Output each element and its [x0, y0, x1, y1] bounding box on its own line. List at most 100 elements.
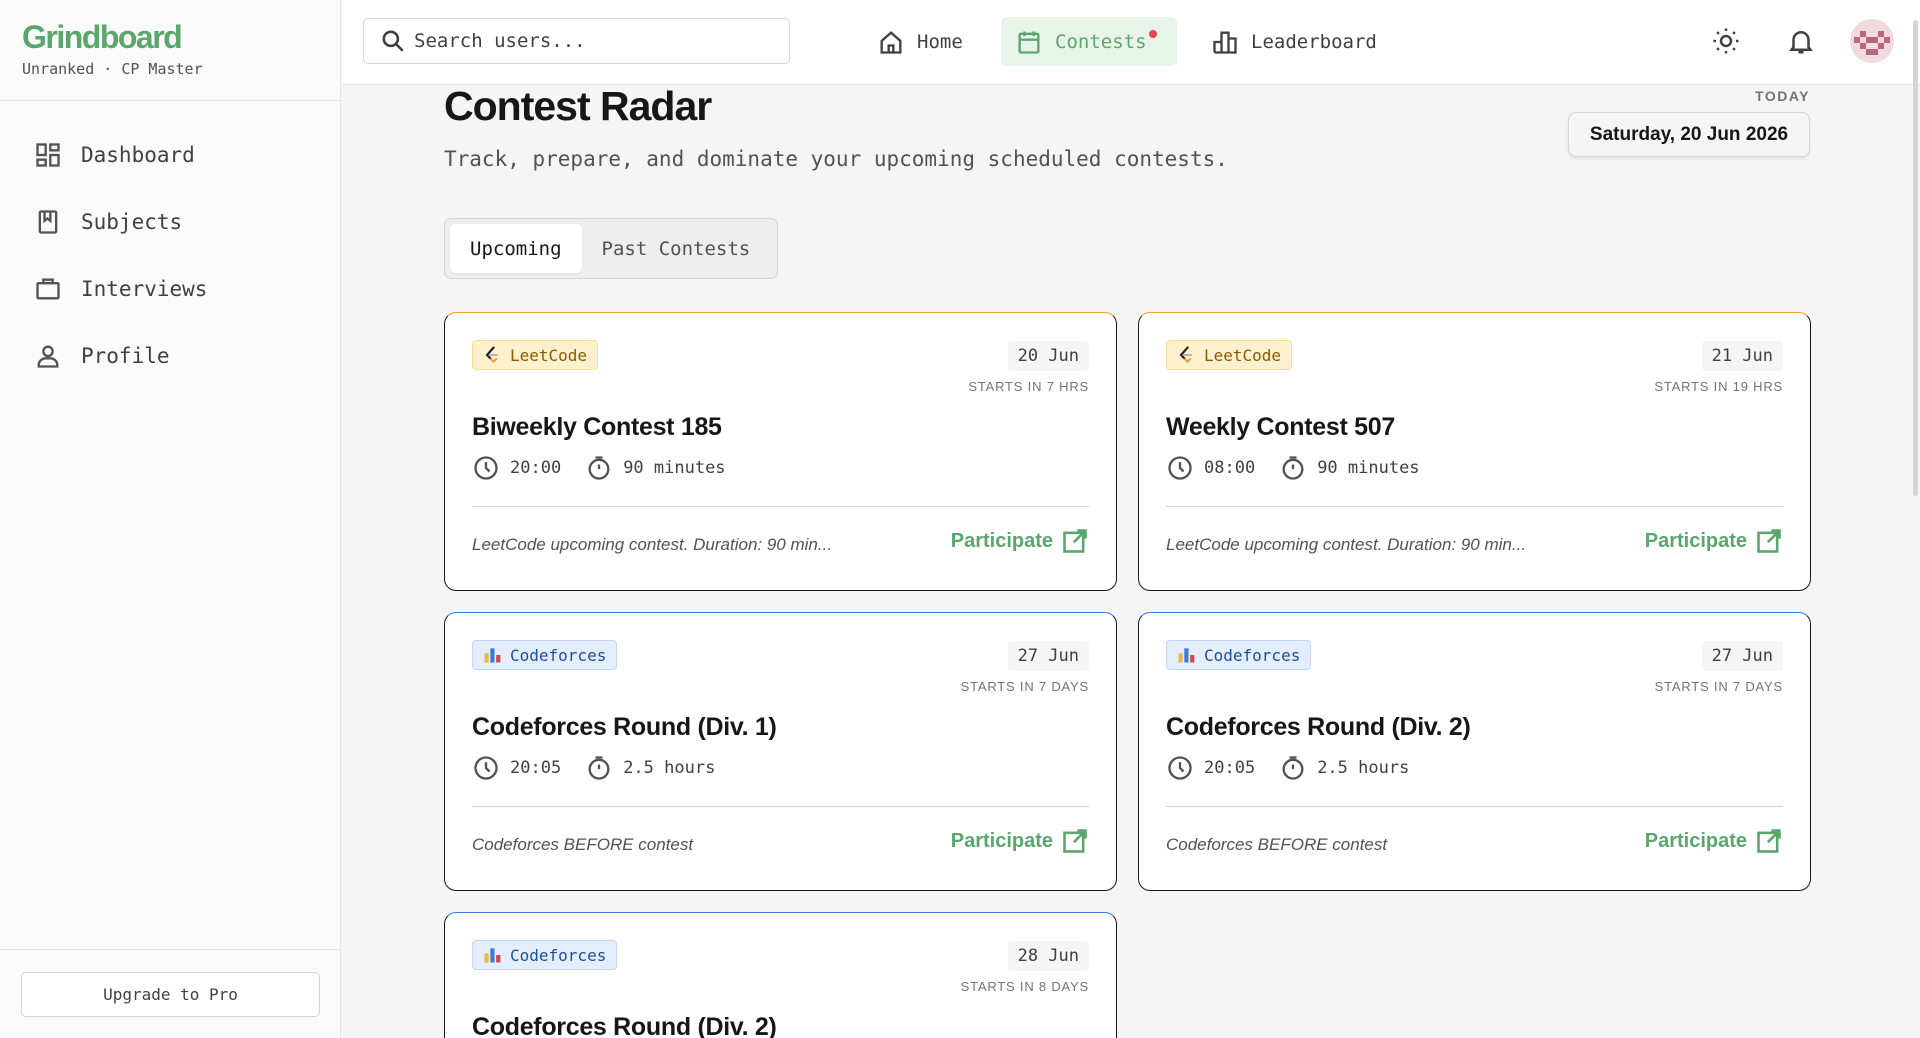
platform-badge: Codeforces [472, 940, 618, 970]
starts-in: STARTS IN 7 DAYS [960, 679, 1089, 694]
participate-link[interactable]: Participate [1645, 827, 1783, 855]
platform-name: Codeforces [1204, 645, 1301, 665]
notifications-button[interactable] [1780, 20, 1822, 62]
upgrade-button[interactable]: Upgrade to Pro [21, 972, 320, 1017]
theme-toggle-button[interactable] [1705, 20, 1747, 62]
search-input[interactable] [414, 30, 774, 52]
contest-duration: 2.5 hours [1317, 758, 1410, 778]
contest-description: Codeforces BEFORE contest [1166, 835, 1388, 854]
brand: Grindboard Unranked · CP Master [0, 0, 340, 101]
contest-card: LeetCode 20 Jun STARTS IN 7 HRS Biweekly… [444, 312, 1117, 591]
timer-icon [1282, 456, 1304, 480]
sidebar-item-dashboard[interactable]: Dashboard [0, 121, 340, 188]
topnav-leaderboard[interactable]: Leaderboard [1197, 17, 1391, 66]
codeforces-icon [484, 648, 501, 663]
identicon [1854, 31, 1890, 55]
contest-date: 20 Jun [1007, 341, 1089, 371]
topnav-label: Leaderboard [1251, 30, 1377, 53]
sidebar: Grindboard Unranked · CP Master Dashboar… [0, 0, 341, 1038]
clock-icon [474, 756, 498, 780]
sidebar-item-interviews[interactable]: Interviews [0, 255, 340, 322]
contest-card: Codeforces 27 Jun STARTS IN 7 DAYS Codef… [444, 612, 1117, 891]
starts-in: STARTS IN 8 DAYS [960, 979, 1089, 994]
briefcase-icon [36, 278, 60, 299]
dashboard-icon [36, 142, 60, 167]
contest-date: 21 Jun [1701, 341, 1783, 371]
contest-card: LeetCode 21 Jun STARTS IN 19 HRS Weekly … [1138, 312, 1811, 591]
contest-title: Codeforces Round (Div. 2) [1166, 713, 1471, 741]
clock-icon [1168, 456, 1192, 480]
contest-description: LeetCode upcoming contest. Duration: 90 … [472, 535, 833, 554]
participate-label: Participate [1644, 529, 1747, 552]
contest-title: Biweekly Contest 185 [472, 413, 722, 441]
contest-meta: 08:00 90 minutes [1166, 454, 1444, 482]
leetcode-icon [485, 346, 499, 364]
divider [1166, 806, 1783, 807]
external-link-icon [1063, 529, 1087, 553]
topnav-home[interactable]: Home [863, 17, 977, 66]
sidebar-item-label: Subjects [81, 209, 183, 234]
participate-link[interactable]: Participate [1645, 527, 1783, 555]
user-icon [37, 345, 59, 368]
search-box[interactable] [363, 18, 790, 64]
contest-date: 27 Jun [1701, 641, 1783, 671]
starts-in: STARTS IN 7 DAYS [1654, 679, 1783, 694]
topbar: Home Contests Leaderboard [342, 0, 1920, 85]
external-link-icon [1757, 829, 1781, 853]
contest-title: Weekly Contest 507 [1166, 413, 1395, 441]
external-link-icon [1063, 829, 1087, 853]
tab-upcoming[interactable]: Upcoming [450, 224, 582, 273]
timer-icon [588, 756, 610, 780]
platform-name: Codeforces [510, 645, 607, 665]
platform-name: LeetCode [1204, 345, 1282, 365]
starts-in: STARTS IN 7 HRS [968, 379, 1089, 394]
contest-date: 27 Jun [1007, 641, 1089, 671]
notification-dot [1149, 30, 1157, 38]
contest-time: 08:00 [1204, 458, 1256, 478]
book-icon [38, 209, 58, 234]
calendar-icon [1018, 31, 1040, 54]
contest-time: 20:05 [1204, 758, 1256, 778]
contest-time: 20:00 [510, 458, 562, 478]
platform-badge: LeetCode [1166, 340, 1293, 370]
divider [472, 506, 1089, 507]
platform-badge: Codeforces [472, 640, 618, 670]
contest-description: Codeforces BEFORE contest [472, 835, 694, 854]
brand-title[interactable]: Grindboard [22, 20, 340, 54]
contest-tabs: Upcoming Past Contests [444, 218, 778, 279]
sidebar-item-subjects[interactable]: Subjects [0, 188, 340, 255]
participate-label: Participate [950, 529, 1053, 552]
contest-meta: 20:05 2.5 hours [1166, 754, 1433, 782]
contest-meta: 20:05 2.5 hours [472, 754, 739, 782]
sidebar-item-profile[interactable]: Profile [0, 322, 340, 389]
topnav-label: Home [917, 30, 963, 53]
clock-icon [1168, 756, 1192, 780]
sidebar-footer: Upgrade to Pro [0, 949, 340, 1038]
tab-past-contests[interactable]: Past Contests [582, 224, 771, 273]
clock-icon [474, 456, 498, 480]
today-date: Saturday, 20 Jun 2026 [1568, 112, 1810, 157]
contest-title: Codeforces Round (Div. 1) [472, 713, 777, 741]
today-label: TODAY [1755, 88, 1810, 104]
sun-icon [1713, 28, 1739, 54]
participate-link[interactable]: Participate [951, 827, 1089, 855]
participate-link[interactable]: Participate [951, 527, 1089, 555]
contest-date: 28 Jun [1007, 941, 1089, 971]
participate-label: Participate [1644, 829, 1747, 852]
contest-time: 20:05 [510, 758, 562, 778]
timer-icon [1282, 756, 1304, 780]
leetcode-icon [1179, 346, 1193, 364]
divider [1166, 506, 1783, 507]
page-subtitle: Track, prepare, and dominate your upcomi… [444, 147, 1228, 171]
scrollbar-thumb[interactable] [1913, 20, 1918, 496]
avatar[interactable] [1850, 19, 1894, 63]
home-icon [880, 30, 902, 54]
brand-subtitle: Unranked · CP Master [22, 60, 203, 78]
page-title: Contest Radar [444, 83, 712, 129]
contest-title: Codeforces Round (Div. 2) [472, 1013, 777, 1038]
sidebar-item-label: Dashboard [81, 142, 195, 167]
topnav-contests[interactable]: Contests [1001, 17, 1177, 66]
leaderboard-icon [1213, 31, 1237, 54]
sidebar-item-label: Interviews [81, 276, 208, 301]
external-link-icon [1757, 529, 1781, 553]
